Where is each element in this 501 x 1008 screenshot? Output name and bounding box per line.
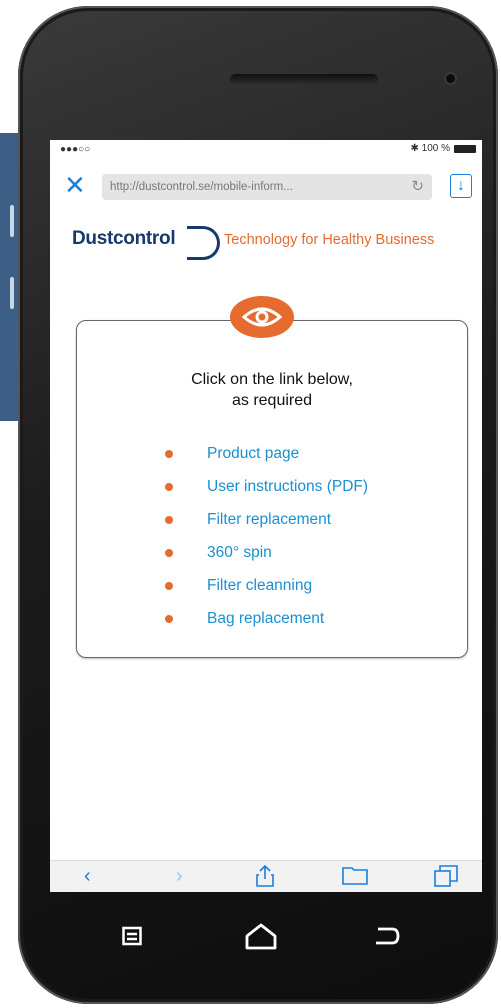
bullet-icon — [165, 548, 173, 557]
url-field[interactable]: http://dustcontrol.se/mobile-inform... ↻ — [102, 174, 432, 200]
background-detail — [10, 205, 14, 237]
link-list: Product page User instructions (PDF) Fil… — [165, 437, 368, 635]
instruction-text: Click on the link below, as required — [77, 369, 467, 411]
bullet-icon — [165, 449, 173, 458]
logo-swoosh — [187, 226, 220, 260]
bullet-icon — [165, 482, 173, 491]
battery-text: ✱ 100 % — [410, 143, 450, 154]
signal-indicator: ●●●○○ — [60, 144, 91, 155]
browser-url-bar: ✕ http://dustcontrol.se/mobile-inform...… — [50, 164, 482, 208]
reload-icon[interactable]: ↻ — [411, 174, 424, 200]
link-bag-replacement[interactable]: Bag replacement — [207, 610, 324, 628]
brand-tagline: Technology for Healthy Business — [224, 232, 435, 248]
link-360-spin[interactable]: 360° spin — [207, 544, 272, 562]
link-filter-replacement[interactable]: Filter replacement — [207, 511, 331, 529]
instruction-line-1: Click on the link below, — [191, 371, 353, 388]
status-bar: ●●●○○ ✱ 100 % — [50, 140, 482, 160]
brand-header: Dustcontrol Technology for Healthy Busin… — [50, 226, 482, 262]
speaker-grille — [230, 74, 378, 84]
eye-icon — [230, 296, 294, 338]
list-item: Bag replacement — [165, 602, 368, 635]
tabs-icon[interactable] — [434, 865, 458, 892]
link-filter-cleaning[interactable]: Filter cleanning — [207, 577, 312, 595]
phone-screen: ●●●○○ ✱ 100 % ✕ http://dustcontrol.se/mo… — [50, 140, 482, 892]
battery-status: ✱ 100 % — [410, 143, 476, 154]
url-text: http://dustcontrol.se/mobile-inform... — [110, 181, 293, 193]
links-card: Click on the link below, as required Pro… — [76, 320, 468, 658]
share-icon[interactable] — [256, 864, 274, 892]
list-item: Product page — [165, 437, 368, 470]
bookmarks-icon[interactable] — [342, 865, 368, 890]
bullet-icon — [165, 614, 173, 623]
home-icon[interactable] — [244, 922, 278, 955]
link-user-instructions[interactable]: User instructions (PDF) — [207, 478, 368, 496]
close-icon[interactable]: ✕ — [64, 170, 86, 200]
battery-icon — [454, 144, 476, 153]
bullet-icon — [165, 515, 173, 524]
menu-icon[interactable] — [122, 926, 142, 951]
bullet-icon — [165, 581, 173, 590]
list-item: 360° spin — [165, 536, 368, 569]
forward-icon[interactable]: › — [176, 865, 183, 887]
list-item: User instructions (PDF) — [165, 470, 368, 503]
list-item: Filter replacement — [165, 503, 368, 536]
android-nav-bar — [50, 910, 482, 970]
front-camera — [446, 74, 455, 83]
instruction-line-2: as required — [231, 392, 313, 409]
browser-toolbar: ‹ › — [50, 860, 482, 892]
share-icon[interactable]: ↓ — [450, 174, 472, 198]
back-icon[interactable] — [372, 926, 400, 951]
link-product-page[interactable]: Product page — [207, 445, 299, 463]
list-item: Filter cleanning — [165, 569, 368, 602]
dustcontrol-logo: Dustcontrol — [72, 228, 176, 249]
back-icon[interactable]: ‹ — [84, 865, 91, 887]
background-detail — [10, 277, 14, 309]
